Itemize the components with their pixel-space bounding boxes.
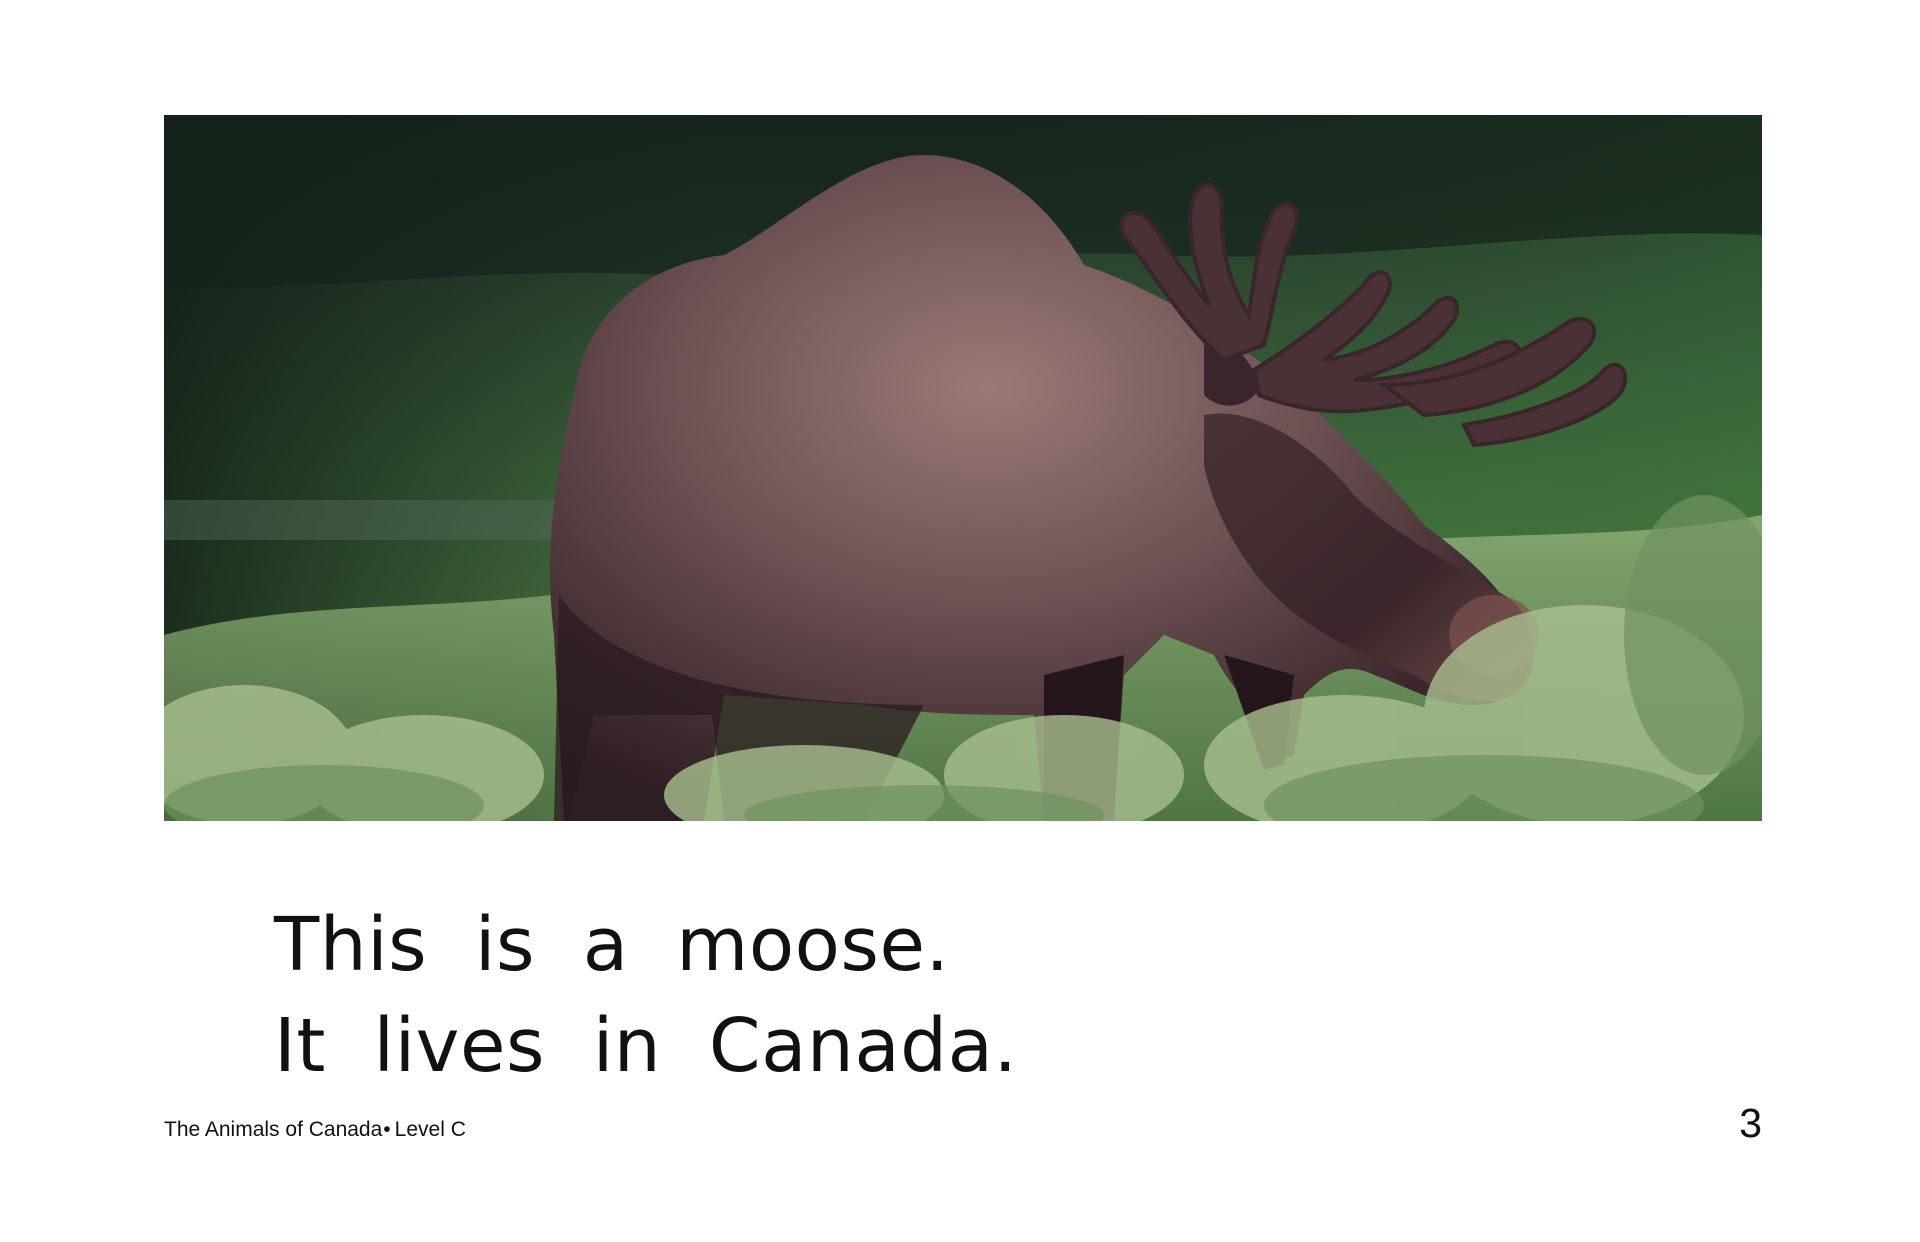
story-text: This is a moose. It lives in Canada. <box>274 895 1574 1097</box>
book-footer: The Animals of Canada• Level C <box>164 1118 466 1142</box>
footer-bullet: • <box>383 1118 391 1141</box>
book-level: Level C <box>394 1118 466 1141</box>
story-line-1: This is a moose. <box>274 902 950 988</box>
moose-photo <box>164 115 1762 821</box>
book-title: The Animals of Canada <box>164 1118 383 1141</box>
story-line-2: It lives in Canada. <box>274 1003 1018 1089</box>
page-number: 3 <box>1739 1100 1762 1146</box>
